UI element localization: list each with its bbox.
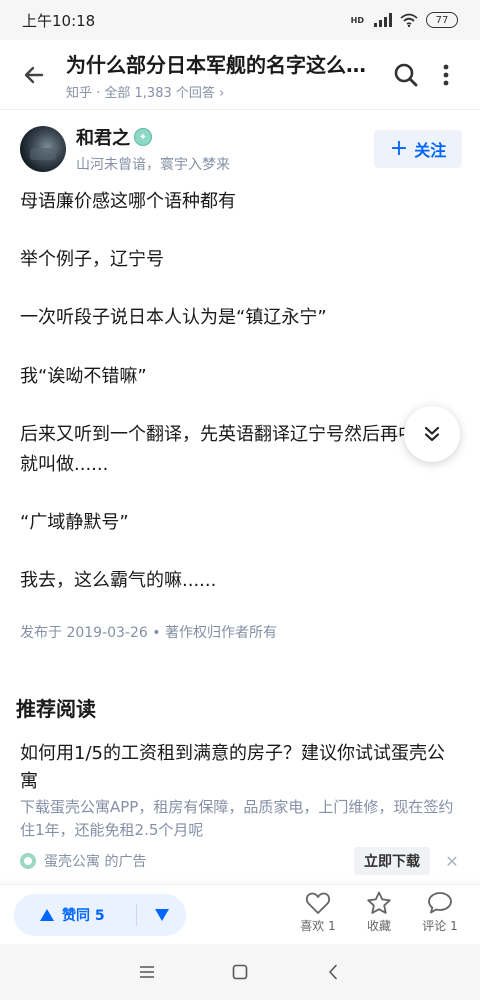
menu-nav-button[interactable]	[132, 957, 162, 987]
answer-count-link[interactable]: 知乎 · 全部 1,383 个回答 ›	[66, 82, 378, 101]
search-icon	[394, 63, 418, 86]
ad-title[interactable]: 如何用1/5的工资租到满意的房子？建议你试试蛋壳公寓	[20, 740, 460, 796]
publish-meta: 发布于 2019-03-26 • 著作权归作者所有	[20, 625, 277, 641]
comment-button[interactable]: 评论 1	[415, 891, 465, 934]
triangle-up-icon	[40, 909, 54, 921]
vote-pill: 赞同 5	[14, 894, 186, 936]
answer-paragraph: 母语廉价感这哪个语种都有	[20, 191, 236, 212]
ad-download-button[interactable]: 立即下载	[354, 847, 430, 875]
ad-logo-icon	[20, 853, 36, 869]
upvote-label: 赞同 5	[62, 908, 105, 924]
favorite-label: 收藏	[366, 919, 391, 933]
signal-icon	[374, 13, 392, 27]
back-button[interactable]	[14, 55, 54, 95]
triangle-down-icon	[154, 909, 169, 921]
recommended-heading: 推荐阅读	[16, 697, 96, 721]
answer-paragraph: 举个例子，辽宁号	[20, 249, 164, 270]
author-info[interactable]: 和君之 ✦ 山河未曾谙，寰宇入梦来	[76, 124, 230, 174]
menu-icon	[139, 966, 154, 978]
question-title[interactable]: 为什么部分日本军舰的名字这么优雅？	[66, 49, 378, 78]
author-avatar[interactable]	[20, 126, 66, 172]
author-badge-icon: ✦	[134, 128, 152, 146]
follow-label: 关注	[414, 141, 447, 160]
network-type: HD	[350, 15, 364, 25]
status-bar: 上午10:18 HD 77	[0, 0, 480, 40]
status-time: 上午10:18	[22, 11, 96, 30]
author-name[interactable]: 和君之	[76, 124, 130, 150]
arrow-left-icon	[24, 66, 44, 83]
top-bar: 为什么部分日本军舰的名字这么优雅？ 知乎 · 全部 1,383 个回答 ›	[0, 40, 480, 110]
answer-paragraph: 我去，这么霸气的嘛......	[20, 570, 217, 591]
search-button[interactable]	[386, 55, 426, 95]
home-nav-button[interactable]	[225, 957, 255, 987]
back-nav-button[interactable]	[318, 957, 348, 987]
answer-paragraph: 我“诶呦不错嘛”	[20, 366, 147, 387]
like-button[interactable]: 喜欢 1	[293, 891, 343, 934]
star-icon	[367, 891, 391, 914]
next-answer-button[interactable]	[404, 406, 460, 462]
like-label: 喜欢 1	[300, 919, 336, 933]
battery-icon: 77	[426, 12, 458, 28]
answer-paragraph: 后来又听到一个翻译，先英语翻译辽宁号然后再中文，就叫做......	[20, 424, 452, 475]
more-vertical-icon	[443, 64, 449, 85]
follow-button[interactable]: + 关注	[374, 130, 462, 168]
battery-level: 77	[435, 14, 449, 26]
comment-label: 评论 1	[422, 919, 458, 933]
downvote-button[interactable]	[137, 909, 186, 921]
author-row: 和君之 ✦ 山河未曾谙，寰宇入梦来 + 关注	[20, 124, 462, 174]
plus-icon: +	[389, 136, 409, 161]
answer-paragraph: “广域静默号”	[20, 512, 129, 533]
author-name-row: 和君之 ✦	[76, 124, 230, 150]
status-icons: HD 77	[351, 12, 458, 28]
ad-footer: 蛋壳公寓 的广告 立即下载 ✕	[20, 846, 460, 876]
question-header[interactable]: 为什么部分日本军舰的名字这么优雅？ 知乎 · 全部 1,383 个回答 ›	[66, 49, 378, 101]
wifi-icon	[400, 13, 418, 27]
more-button[interactable]	[426, 55, 466, 95]
action-bar: 赞同 5 喜欢 1 收藏 评论 1	[0, 884, 480, 944]
comment-icon	[428, 892, 452, 914]
square-icon	[232, 964, 248, 980]
close-icon[interactable]: ✕	[444, 852, 460, 871]
answer-paragraph: 一次听段子说日本人认为是“镇辽永宁”	[20, 307, 327, 328]
author-bio: 山河未曾谙，寰宇入梦来	[76, 157, 230, 173]
favorite-button[interactable]: 收藏	[354, 891, 404, 934]
heart-icon	[305, 892, 331, 914]
chevron-left-icon	[329, 964, 338, 980]
ad-source: 蛋壳公寓 的广告	[44, 854, 147, 870]
double-chevron-down-icon	[424, 426, 440, 442]
upvote-button[interactable]: 赞同 5	[14, 905, 136, 925]
system-nav-bar	[0, 944, 480, 1000]
ad-description[interactable]: 下载蛋壳公寓APP，租房有保障，品质家电，上门维修，现在签约住1年，还能免租2.…	[20, 796, 460, 842]
